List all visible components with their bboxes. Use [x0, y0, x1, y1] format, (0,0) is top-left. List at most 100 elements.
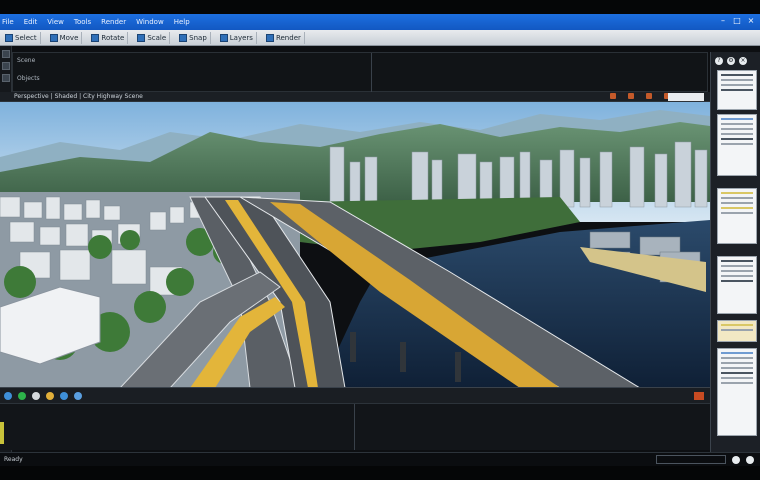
render-icon — [265, 33, 274, 42]
toolbar: Select Move Rotate Scale Snap Layers Ren… — [0, 30, 760, 46]
minimize-icon[interactable]: – — [718, 16, 728, 26]
property-line — [721, 212, 753, 214]
menu-help[interactable]: Help — [174, 18, 190, 26]
property-box-5[interactable] — [717, 320, 757, 342]
property-line — [721, 207, 753, 209]
property-line — [721, 367, 753, 369]
render-label: Render — [275, 33, 301, 42]
viewport-title: Perspective | Shaded | City Highway Scen… — [14, 93, 143, 100]
property-box-3[interactable] — [717, 188, 757, 244]
right-properties-panel: ? ⚙ × — [710, 52, 760, 452]
select-icon — [5, 33, 13, 42]
loop-icon[interactable] — [60, 391, 68, 400]
close-icon[interactable]: × — [746, 16, 756, 26]
layers-tool-button[interactable]: Layers — [217, 31, 257, 44]
property-line — [721, 197, 753, 199]
menu-view[interactable]: View — [47, 18, 64, 26]
menu-window[interactable]: Window — [136, 18, 164, 26]
snap-icon — [179, 33, 188, 42]
property-line — [721, 265, 753, 267]
property-line — [721, 133, 753, 135]
property-line — [721, 275, 753, 277]
menu-file[interactable]: File — [2, 18, 14, 26]
scale-label: Scale — [147, 33, 167, 42]
upper-info-pane: Scene Objects — [12, 52, 708, 93]
property-line — [721, 192, 753, 194]
select-tool-button[interactable]: Select — [2, 31, 41, 44]
maximize-icon[interactable]: □ — [732, 16, 742, 26]
property-line — [721, 372, 753, 374]
property-box-6[interactable] — [717, 348, 757, 436]
move-icon — [49, 33, 58, 42]
alert-icon[interactable] — [694, 392, 704, 400]
property-line — [721, 377, 753, 379]
snap-tool-button[interactable]: Snap — [176, 31, 211, 44]
property-line — [721, 143, 753, 145]
menu-tools[interactable]: Tools — [74, 18, 91, 26]
grid-icon[interactable] — [646, 93, 652, 99]
rotate-tool-button[interactable]: Rotate — [88, 31, 129, 44]
menu-render[interactable]: Render — [101, 18, 126, 26]
property-line — [721, 89, 753, 91]
property-line — [721, 324, 753, 326]
move-tool-button[interactable]: Move — [47, 31, 83, 44]
property-line — [721, 79, 753, 81]
window-controls: – □ × — [718, 16, 756, 26]
property-line — [721, 260, 753, 262]
scale-tool-button[interactable]: Scale — [134, 31, 171, 44]
scene-render — [0, 102, 710, 387]
settings-icon[interactable]: ⚙ — [727, 57, 735, 65]
settings-icon[interactable] — [74, 391, 82, 400]
status-right-group — [656, 455, 754, 464]
camera-icon[interactable] — [610, 93, 616, 99]
status-bar: Ready — [0, 452, 760, 466]
scale-icon — [137, 33, 146, 42]
property-line — [721, 362, 753, 364]
layers-label: Layers — [229, 33, 253, 42]
help-icon[interactable]: ? — [715, 57, 723, 65]
select-label: Select — [15, 33, 37, 42]
render-tool-button[interactable]: Render — [263, 31, 305, 44]
3d-viewport[interactable] — [0, 102, 710, 388]
app-window: File Edit View Tools Render Window Help … — [0, 0, 760, 480]
network-icon — [732, 455, 740, 464]
property-line — [721, 138, 753, 140]
hand-icon[interactable] — [2, 62, 10, 70]
pane-divider — [371, 53, 372, 93]
property-line — [721, 84, 753, 86]
property-line — [721, 202, 753, 204]
rotate-icon — [91, 33, 100, 42]
objects-label: Objects — [17, 75, 40, 82]
property-box-2[interactable] — [717, 114, 757, 176]
property-line — [721, 382, 753, 384]
property-line — [721, 74, 753, 76]
lower-pane — [0, 404, 710, 450]
property-line — [721, 123, 753, 125]
property-line — [721, 357, 753, 359]
move-label: Move — [59, 33, 79, 42]
zoom-icon[interactable] — [2, 74, 10, 82]
property-box-1[interactable] — [717, 70, 757, 110]
status-coordinates — [656, 455, 726, 464]
scene-label: Scene — [17, 57, 36, 64]
viewport-mode-box[interactable] — [668, 93, 704, 101]
right-panel-header: ? ⚙ × — [711, 56, 760, 66]
menu-bar: File Edit View Tools Render Window Help … — [0, 14, 760, 30]
bottom-strip — [0, 466, 760, 480]
viewport-icons — [610, 93, 670, 99]
keyframe-icon[interactable] — [46, 391, 54, 400]
close-icon[interactable]: × — [739, 57, 747, 65]
property-box-4[interactable] — [717, 256, 757, 314]
timeline-tab[interactable] — [0, 422, 4, 444]
play-icon[interactable] — [4, 391, 12, 400]
stop-icon[interactable] — [32, 391, 40, 400]
status-left-text: Ready — [4, 456, 23, 463]
sound-icon — [746, 455, 754, 464]
property-line — [721, 270, 753, 272]
property-line — [721, 128, 753, 130]
cursor-icon[interactable] — [2, 50, 10, 58]
record-icon[interactable] — [18, 391, 26, 400]
light-icon[interactable] — [628, 93, 634, 99]
rotate-label: Rotate — [101, 33, 125, 42]
menu-edit[interactable]: Edit — [24, 18, 38, 26]
